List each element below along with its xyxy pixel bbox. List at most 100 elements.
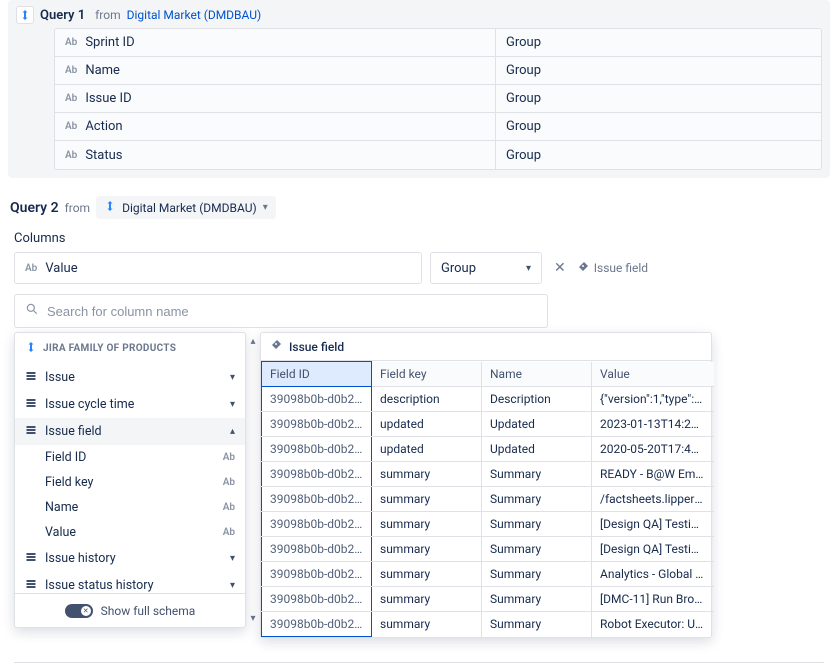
field-name: Name (85, 63, 120, 78)
cell-value: READY - B@W Emplo... (592, 462, 714, 487)
table-row[interactable]: 39098b0b-d0b2-4bfc-...summarySummaryREAD… (262, 462, 714, 487)
cell-field-id: 39098b0b-d0b2-4bfc-... (262, 512, 372, 537)
chevron-down-icon: ▾ (263, 202, 268, 213)
table-row[interactable]: 39098b0b-d0b2-4bfc-...summarySummary[Des… (262, 537, 714, 562)
cell-value: [DMC-11] Run Broken... (592, 587, 714, 612)
query-1-field-row[interactable]: Ab Name Group (55, 57, 821, 85)
cell-value: [Design QA] Testing ... (592, 512, 714, 537)
query-2-from-label: from (65, 201, 91, 215)
cell-name: Summary (482, 537, 592, 562)
cell-name: Summary (482, 512, 592, 537)
query-1-fields-table: AbSprint IDGroupAbNameGroupAbIssue IDGro… (54, 28, 822, 170)
query-1-field-row[interactable]: AbActionGroup (55, 113, 821, 141)
cell-field-key: description (372, 387, 482, 412)
query-1-field-row[interactable]: AbIssue IDGroup (55, 85, 821, 113)
grid-header-field-id[interactable]: Field ID (262, 362, 372, 387)
schema-table-item[interactable]: Issue▾ (15, 364, 245, 391)
cell-field-id: 39098b0b-d0b2-4bfc-... (262, 462, 372, 487)
cell-field-key: summary (372, 462, 482, 487)
chevron-down-icon: ▾ (230, 399, 235, 410)
jira-logo-icon (16, 6, 34, 24)
tag-icon (271, 339, 283, 354)
table-icon (25, 551, 37, 566)
schema-table-item[interactable]: Issue field▴ (15, 418, 245, 445)
clear-column-button[interactable]: ✕ (550, 256, 570, 280)
table-icon (25, 397, 37, 412)
table-icon (25, 424, 37, 439)
table-row[interactable]: 39098b0b-d0b2-4bfc-...summarySummary[Des… (262, 512, 714, 537)
schema-column-item[interactable]: ValueAb (15, 520, 245, 545)
table-row[interactable]: 39098b0b-d0b2-4bfc-...summarySummaryRobo… (262, 612, 714, 637)
query-2-source-chip[interactable]: Digital Market (DMDBAU) ▾ (96, 196, 276, 219)
show-full-schema-label: Show full schema (101, 604, 196, 618)
cell-field-id: 39098b0b-d0b2-4bfc-... (262, 612, 372, 637)
cell-name: Summary (482, 562, 592, 587)
section-divider (14, 662, 824, 663)
aggregation-select[interactable]: Group ▾ (430, 252, 542, 284)
query-1-from-label: from (95, 8, 121, 22)
jira-logo-icon (104, 200, 116, 215)
table-row[interactable]: 39098b0b-d0b2-4bfc-...summarySummaryAnal… (262, 562, 714, 587)
query-1-field-row[interactable]: AbStatusGroup (55, 141, 821, 169)
text-type-badge: Ab (65, 37, 77, 48)
schema-table-item[interactable]: Issue history▾ (15, 545, 245, 572)
schema-section-header: JIRA FAMILY OF PRODUCTS (15, 333, 245, 364)
text-type-badge: Ab (65, 121, 77, 132)
text-type-badge: Ab (223, 452, 235, 463)
table-row[interactable]: 39098b0b-d0b2-4bfc-...summarySummary[DMC… (262, 587, 714, 612)
field-aggregation: Group (495, 141, 821, 169)
value-column-box[interactable]: Ab Value (14, 252, 422, 284)
schema-table-item[interactable]: Issue cycle time▾ (15, 391, 245, 418)
cell-name: Updated (482, 437, 592, 462)
close-icon: ✕ (81, 606, 91, 616)
table-row[interactable]: 39098b0b-d0b2-4bfc-...updatedUpdated2023… (262, 412, 714, 437)
grid-header-row: Field ID Field key Name Value (262, 362, 714, 387)
grid-header-field-key[interactable]: Field key (372, 362, 482, 387)
cell-field-key: updated (372, 412, 482, 437)
column-search-input[interactable] (47, 304, 537, 319)
search-icon (25, 302, 39, 320)
field-aggregation: Group (495, 57, 821, 84)
chevron-down-icon: ▾ (230, 372, 235, 383)
cell-field-key: summary (372, 512, 482, 537)
cell-value: Robot Executor: Upda... (592, 612, 714, 637)
schema-column-item[interactable]: Field IDAb (15, 445, 245, 470)
issue-field-breadcrumb-label: Issue field (594, 261, 648, 275)
field-aggregation: Group (495, 29, 821, 56)
query-2-title: Query 2 (10, 200, 59, 216)
query-1-source[interactable]: Digital Market (DMDBAU) (127, 8, 262, 22)
chevron-up-icon[interactable]: ▴ (250, 336, 255, 347)
column-search-input-wrap[interactable] (14, 294, 548, 328)
cell-field-key: summary (372, 487, 482, 512)
text-type-badge: Ab (65, 65, 77, 76)
table-icon (25, 370, 37, 385)
text-type-badge: Ab (25, 263, 37, 274)
field-name: Sprint ID (85, 35, 134, 50)
show-full-schema-toggle[interactable]: ✕ (65, 604, 93, 618)
grid-header-value[interactable]: Value (592, 362, 714, 387)
cell-field-id: 39098b0b-d0b2-4bfc-... (262, 562, 372, 587)
grid-header-name[interactable]: Name (482, 362, 592, 387)
field-name: Status (85, 148, 122, 163)
cell-name: Updated (482, 412, 592, 437)
table-row[interactable]: 39098b0b-d0b2-4bfc-...descriptionDescrip… (262, 387, 714, 412)
schema-table-item[interactable]: Issue status history▾ (15, 572, 245, 593)
cell-field-id: 39098b0b-d0b2-4bfc-... (262, 487, 372, 512)
text-type-badge: Ab (223, 477, 235, 488)
issue-field-breadcrumb[interactable]: Issue field (578, 261, 648, 276)
chevron-down-icon[interactable]: ▾ (250, 613, 255, 624)
query-1-title: Query 1 (40, 8, 85, 23)
cell-field-key: summary (372, 612, 482, 637)
chevron-down-icon: ▾ (230, 553, 235, 564)
schema-column-item[interactable]: NameAb (15, 495, 245, 520)
table-row[interactable]: 39098b0b-d0b2-4bfc-...summarySummary/fac… (262, 487, 714, 512)
schema-column-item[interactable]: Field keyAb (15, 470, 245, 495)
query-1-field-row[interactable]: Ab Sprint ID Group (55, 29, 821, 57)
aggregation-select-value: Group (441, 261, 476, 276)
cell-field-id: 39098b0b-d0b2-4bfc-... (262, 387, 372, 412)
cell-field-key: updated (372, 437, 482, 462)
chevron-down-icon: ▾ (526, 263, 531, 274)
cell-field-id: 39098b0b-d0b2-4bfc-... (262, 587, 372, 612)
table-row[interactable]: 39098b0b-d0b2-4bfc-...updatedUpdated2020… (262, 437, 714, 462)
cell-field-id: 39098b0b-d0b2-4bfc-... (262, 412, 372, 437)
